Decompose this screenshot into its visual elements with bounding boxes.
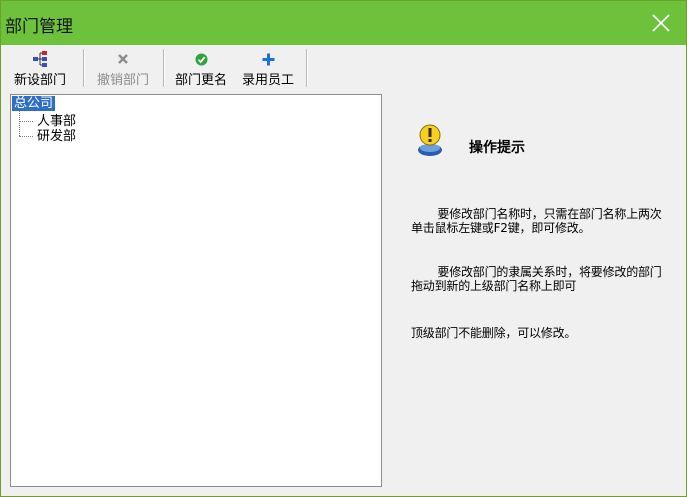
- close-button[interactable]: [636, 1, 686, 45]
- hint-paragraph: 要修改部门名称时，只需在部门名称上两次单击鼠标左键或F2键，即可修改。: [411, 207, 662, 235]
- hint-paragraph: 顶级部门不能删除，可以修改。: [411, 326, 577, 340]
- tree-node-root[interactable]: 总公司: [12, 96, 56, 111]
- department-management-window: 部门管理 新设部门 撤销部门 部门更名 录用员工 总公司 人事部 研发部 操作提…: [0, 0, 687, 497]
- toolbar: 新设部门 撤销部门 部门更名 录用员工: [1, 45, 686, 91]
- toolbar-separator: [163, 49, 165, 87]
- new-department-button[interactable]: 新设部门: [4, 48, 76, 88]
- tip-bulb-icon: [415, 123, 445, 161]
- delete-x-icon: [117, 50, 129, 68]
- hire-employee-label: 录用员工: [241, 73, 294, 88]
- department-tree[interactable]: 总公司 人事部 研发部: [10, 94, 382, 487]
- hint-panel: 操作提示 要修改部门名称时，只需在部门名称上两次单击鼠标左键或F2键，即可修改。…: [385, 94, 680, 487]
- plus-icon: [262, 50, 275, 68]
- rename-department-button[interactable]: 部门更名: [169, 48, 233, 88]
- add-department-icon: [31, 50, 49, 68]
- window-title: 部门管理: [5, 17, 73, 37]
- title-bar[interactable]: 部门管理: [1, 1, 686, 45]
- tree-node-rd[interactable]: 研发部: [37, 129, 76, 144]
- hint-paragraph: 要修改部门的隶属关系时，将要修改的部门拖动到新的上级部门名称上即可: [411, 265, 662, 293]
- revoke-department-button[interactable]: 撤销部门: [89, 48, 157, 88]
- rename-department-label: 部门更名: [174, 73, 227, 88]
- new-department-label: 新设部门: [13, 73, 66, 88]
- tree-connector: [19, 111, 20, 136]
- hire-employee-button[interactable]: 录用员工: [237, 48, 299, 88]
- toolbar-separator: [83, 49, 85, 87]
- check-icon: [195, 50, 208, 68]
- close-icon: [652, 14, 670, 32]
- toolbar-separator: [306, 49, 308, 87]
- hint-title: 操作提示: [469, 140, 525, 156]
- tree-connector: [19, 121, 33, 122]
- tree-connector: [19, 136, 33, 137]
- revoke-department-label: 撤销部门: [96, 73, 149, 88]
- tree-node-hr[interactable]: 人事部: [37, 114, 76, 129]
